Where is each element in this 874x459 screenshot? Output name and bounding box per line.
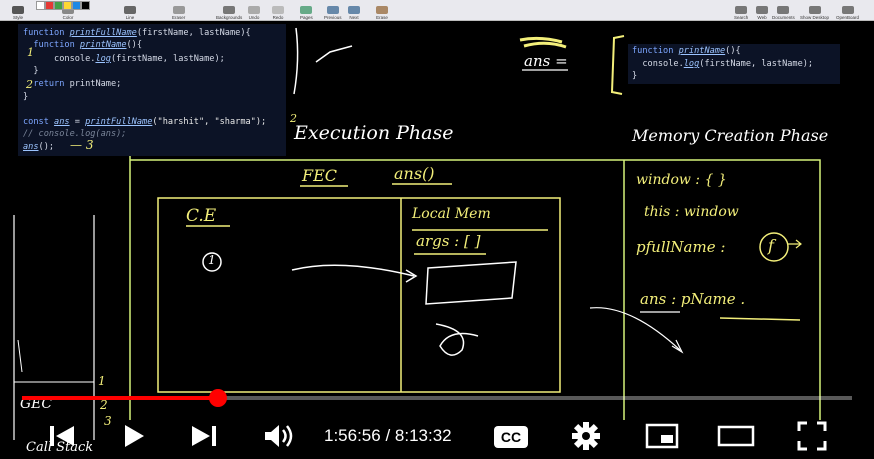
f-label: f <box>768 236 774 255</box>
code-token: (); <box>38 142 55 152</box>
args-label: args : [ ] <box>416 232 481 250</box>
code-line: return printName; <box>23 79 121 89</box>
arrow <box>589 307 681 351</box>
code-token: printFullName <box>69 28 137 38</box>
local-mem-label: Local Mem <box>412 206 491 222</box>
play-icon <box>125 425 144 447</box>
window-label: window : { } <box>636 172 727 188</box>
play-button[interactable] <box>116 418 152 454</box>
fec-box <box>157 197 561 393</box>
duration: 8:13:32 <box>394 426 452 445</box>
memory-creation-phase-label: Memory Creation Phase <box>632 126 829 145</box>
code-token: ans <box>23 142 39 152</box>
code-token: printFullName <box>85 117 153 127</box>
code-line: ans(); <box>23 142 54 152</box>
miniplayer-button[interactable] <box>642 418 682 454</box>
miniplayer-icon <box>645 423 679 449</box>
fullscreen-button[interactable] <box>792 418 832 454</box>
stack-number-3: 3 <box>104 414 112 428</box>
highlight-scribble <box>519 36 567 49</box>
code-line: function printName(){ <box>23 40 142 50</box>
code-token: console. <box>632 59 684 69</box>
theater-mode-icon <box>717 425 755 447</box>
code-token: log <box>95 54 111 64</box>
code-token: (){ <box>126 40 143 50</box>
code-step-3: — 3 <box>70 138 94 152</box>
code-token: printName <box>79 40 127 50</box>
code-step-1: 1 <box>27 46 34 59</box>
checkmark <box>315 45 353 63</box>
call-stack-line <box>17 339 23 373</box>
code-token: ("harshit", "sharma"); <box>152 117 267 127</box>
stack-number-2: 2 <box>100 398 108 412</box>
next-button[interactable] <box>186 418 222 454</box>
code-token: ans <box>54 117 70 127</box>
ans-pname-label: ans : pName . <box>640 290 746 308</box>
arrow <box>788 239 802 249</box>
bracket-mark <box>610 35 625 95</box>
code-token: } <box>23 66 39 76</box>
stack-number-1: 1 <box>98 374 106 388</box>
code-token: = <box>69 117 86 127</box>
previous-button[interactable] <box>44 418 80 454</box>
code-token: (firstName, lastName); <box>110 54 225 64</box>
code-token: log <box>683 59 700 69</box>
f-circle <box>759 232 789 262</box>
settings-button[interactable] <box>566 418 606 454</box>
code-token: const <box>23 117 55 127</box>
arrow <box>291 264 415 277</box>
code-token: function <box>23 28 70 38</box>
progress-scrubber[interactable] <box>209 389 227 407</box>
ans-call-label: ans() <box>394 164 435 183</box>
ans-equals-label: ans = <box>524 52 568 70</box>
code-line: console.log(firstName, lastName); <box>632 59 813 69</box>
skip-next-icon <box>192 426 216 446</box>
code-token: } <box>632 71 638 81</box>
underline <box>719 317 801 321</box>
skip-previous-icon <box>50 426 74 446</box>
code-token: (firstName, lastName); <box>699 59 814 69</box>
volume-button[interactable] <box>258 418 298 454</box>
bracket-mark <box>293 27 299 95</box>
this-window-label: this : window <box>644 204 739 220</box>
code-line: console.log(firstName, lastName); <box>23 54 225 64</box>
progress-bar-played[interactable] <box>22 396 218 400</box>
code-line: function printFullName(firstName, lastNa… <box>23 28 251 38</box>
captions-button[interactable]: CC <box>494 426 528 448</box>
time-separator: / <box>380 426 395 445</box>
arrow-head <box>671 339 684 354</box>
fec-label: FEC <box>302 166 338 185</box>
execution-phase-label: Execution Phase <box>294 122 454 144</box>
fullscreen-icon <box>797 421 827 451</box>
code-token: function <box>632 46 679 56</box>
ce-step-number: 1 <box>208 253 216 267</box>
code-panel-printname: function printName(){ console.log(firstN… <box>628 44 840 84</box>
code-line: } <box>23 66 39 76</box>
time-display: 1:56:56 / 8:13:32 <box>324 426 452 446</box>
function-box <box>425 261 517 305</box>
code-token: (firstName, lastName){ <box>136 28 251 38</box>
code-token: (){ <box>725 46 741 56</box>
theater-mode-button[interactable] <box>716 418 756 454</box>
gear-icon <box>572 422 600 450</box>
code-token: printName <box>678 46 726 56</box>
code-line: const ans = printFullName("harshit", "sh… <box>23 117 266 127</box>
code-line: } <box>632 71 637 81</box>
volume-icon <box>265 425 293 447</box>
code-step-2b: 2 <box>290 112 297 125</box>
current-time: 1:56:56 <box>324 426 381 445</box>
cross-scribble <box>435 323 479 356</box>
code-token: printName; <box>69 79 122 89</box>
code-token: } <box>23 92 29 102</box>
code-line: } <box>23 92 28 102</box>
ce-label: C.E <box>186 206 217 226</box>
code-step-2: 2 <box>26 78 33 91</box>
code-line: function printName(){ <box>632 46 741 56</box>
pfullname-label: pfullName : <box>636 238 726 256</box>
code-panel: function printFullName(firstName, lastNa… <box>18 24 286 156</box>
